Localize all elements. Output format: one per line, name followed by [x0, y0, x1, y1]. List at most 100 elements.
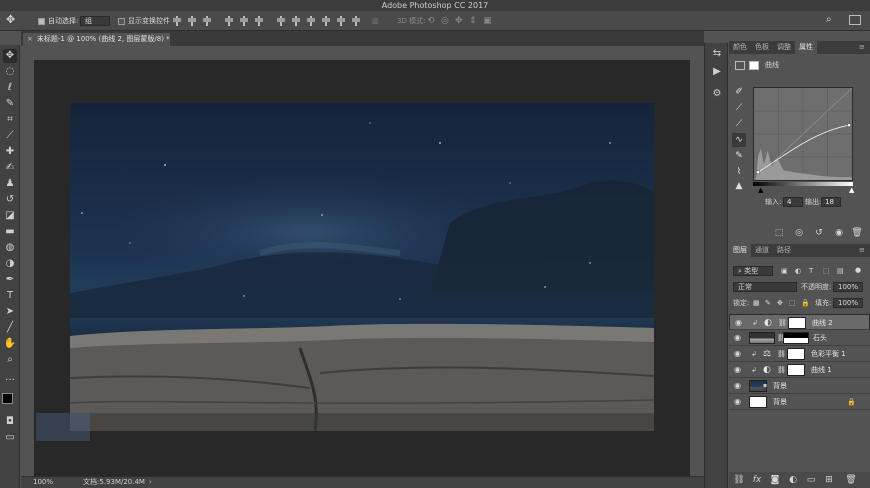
type-tool-icon[interactable]: T: [3, 289, 17, 303]
clipping-warning-icon[interactable]: ▲: [732, 179, 746, 193]
filter-adjustment-icon[interactable]: ◐: [795, 265, 801, 277]
auto-select-dropdown[interactable]: 组: [80, 15, 110, 27]
layer-row[interactable]: ◉ ↲ ◐ ⛓ 曲线 2: [729, 314, 870, 330]
distribute-vcenter-icon[interactable]: [291, 15, 301, 27]
filter-type-icon[interactable]: T: [809, 265, 813, 277]
tool-presets-icon[interactable]: ⚙: [710, 87, 724, 101]
gradient-tool-icon[interactable]: ▬: [3, 225, 17, 239]
tab-layers[interactable]: 图层: [729, 244, 751, 257]
add-mask-icon[interactable]: ◙: [765, 473, 785, 487]
status-menu-icon[interactable]: ›: [149, 477, 152, 488]
gray-point-eyedropper-icon[interactable]: ⟋: [732, 117, 746, 131]
new-layer-icon[interactable]: ⊞: [819, 473, 839, 487]
align-vcenter-icon[interactable]: [239, 15, 249, 27]
filter-pixel-icon[interactable]: ▣: [781, 265, 788, 277]
zoom-tool-icon[interactable]: ⌕: [3, 353, 17, 367]
align-left-icon[interactable]: [172, 15, 182, 27]
fill-field[interactable]: 100%: [833, 297, 863, 309]
lock-image-icon[interactable]: ✎: [765, 297, 771, 309]
layer-mask-thumbnail[interactable]: [787, 364, 805, 376]
blur-tool-icon[interactable]: ◍: [3, 241, 17, 255]
lock-transparent-icon[interactable]: ▦: [753, 297, 760, 309]
align-hcenter-icon[interactable]: [187, 15, 197, 27]
reset-icon[interactable]: ↺: [809, 226, 829, 240]
clip-to-layer-icon[interactable]: ⬚: [769, 226, 789, 240]
3d-orbit-icon[interactable]: ⟲: [427, 15, 435, 27]
smooth-curve-icon[interactable]: ⌇: [732, 165, 746, 179]
distribute-right-icon[interactable]: [351, 15, 361, 27]
lock-all-icon[interactable]: 🔒: [801, 297, 810, 309]
lock-position-icon[interactable]: ✥: [777, 297, 783, 309]
distribute-top-icon[interactable]: [276, 15, 286, 27]
marquee-tool-icon[interactable]: ◌: [3, 65, 17, 79]
new-group-icon[interactable]: ▭: [801, 473, 821, 487]
visibility-toggle-icon[interactable]: ◉: [829, 226, 849, 240]
eye-icon[interactable]: ◉: [735, 318, 744, 327]
tab-channels[interactable]: 通道: [751, 244, 773, 257]
close-tab-icon[interactable]: ×: [27, 35, 33, 43]
layers-menu-icon[interactable]: ≡: [855, 244, 869, 257]
delete-adjustment-icon[interactable]: 🗑: [847, 226, 867, 240]
tab-properties[interactable]: 属性: [795, 41, 817, 54]
filter-toggle-icon[interactable]: ●: [855, 264, 861, 276]
workspace-icon[interactable]: [849, 15, 861, 27]
distribute-hcenter-icon[interactable]: [336, 15, 346, 27]
layer-style-icon[interactable]: fx: [747, 473, 767, 487]
curves-graph[interactable]: [753, 87, 853, 181]
tab-swatches[interactable]: 色板: [751, 41, 773, 54]
eyedropper-tool-icon[interactable]: ⟋: [3, 129, 17, 143]
distribute-bottom-icon[interactable]: [306, 15, 316, 27]
history-panel-icon[interactable]: ⇆: [710, 47, 724, 61]
line-tool-icon[interactable]: ╱: [3, 321, 17, 335]
eraser-tool-icon[interactable]: ◪: [3, 209, 17, 223]
screen-mode-icon[interactable]: ▭: [3, 431, 17, 445]
tab-paths[interactable]: 路径: [773, 244, 795, 257]
brush-tool-icon[interactable]: ✍: [3, 161, 17, 175]
quick-select-tool-icon[interactable]: ✎: [3, 97, 17, 111]
align-right-icon[interactable]: [202, 15, 212, 27]
lock-artboard-icon[interactable]: ⬚: [789, 297, 796, 309]
align-top-icon[interactable]: [224, 15, 234, 27]
white-slider-icon[interactable]: ▲: [849, 186, 854, 194]
layer-row[interactable]: ◉ ⛓ 石头: [729, 330, 870, 346]
3d-pan-icon[interactable]: ✥: [455, 15, 463, 27]
path-selection-tool-icon[interactable]: ➤: [3, 305, 17, 319]
foreground-color-swatch[interactable]: [2, 393, 13, 404]
filter-shape-icon[interactable]: ⬚: [823, 265, 830, 277]
more-tools-icon[interactable]: …: [3, 371, 17, 385]
eye-icon[interactable]: ◉: [734, 349, 743, 358]
move-tool-icon[interactable]: ✥: [6, 14, 15, 26]
layer-row[interactable]: ◉ ↲ ◐ ⛓ 曲线 1: [729, 362, 870, 378]
tab-adjustments[interactable]: 调整: [773, 41, 795, 54]
filter-smart-icon[interactable]: ▤: [837, 265, 844, 277]
layer-filter-dropdown[interactable]: ⌕ 类型: [733, 265, 773, 277]
layer-mask-thumbnail[interactable]: [783, 332, 809, 344]
black-slider-icon[interactable]: ▲: [758, 186, 763, 194]
panel-menu-icon[interactable]: ≡: [855, 41, 869, 54]
align-bottom-icon[interactable]: [254, 15, 264, 27]
eye-icon[interactable]: ◉: [734, 381, 743, 390]
actions-play-icon[interactable]: ▶: [710, 65, 724, 79]
hand-tool-icon[interactable]: ✋: [3, 337, 17, 351]
eye-icon[interactable]: ◉: [734, 365, 743, 374]
layer-mask-thumbnail[interactable]: [787, 348, 805, 360]
auto-select-checkbox[interactable]: [38, 17, 45, 25]
input-value-field[interactable]: 4: [783, 197, 803, 207]
pen-tool-icon[interactable]: ✒: [3, 273, 17, 287]
auto-align-icon[interactable]: ▥: [372, 15, 379, 27]
search-icon[interactable]: ⌕: [826, 14, 832, 26]
zoom-level[interactable]: 100%: [33, 477, 53, 488]
pencil-curve-icon[interactable]: ✎: [732, 149, 746, 163]
auto-select-option[interactable]: 自动选择:: [38, 15, 78, 27]
blend-mode-dropdown[interactable]: 正常: [733, 281, 797, 293]
target-adjust-icon[interactable]: ✐: [732, 85, 746, 99]
layer-row[interactable]: ◉ ↲ ⚖ ⛓ 色彩平衡 1: [729, 346, 870, 362]
layer-mask-thumbnail[interactable]: [788, 317, 806, 329]
history-brush-tool-icon[interactable]: ↺: [3, 193, 17, 207]
layer-row[interactable]: ◉ ▪ 背景: [729, 378, 870, 394]
document-tab[interactable]: × 未标题-1 @ 100% (曲线 2, 图层蒙版/8) *: [23, 33, 170, 46]
layer-thumbnail[interactable]: [749, 332, 775, 344]
delete-layer-icon[interactable]: 🗑: [841, 473, 861, 487]
opacity-field[interactable]: 100%: [833, 281, 863, 293]
show-transform-checkbox[interactable]: [118, 17, 125, 25]
